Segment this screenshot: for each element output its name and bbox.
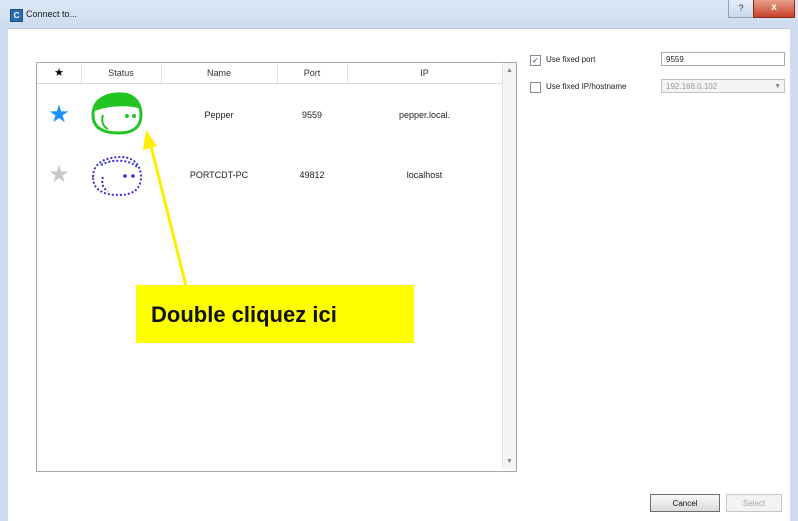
callout-arrow (143, 130, 188, 287)
callout-annotation: Double cliquez ici (136, 285, 414, 343)
cancel-button[interactable]: Cancel (650, 494, 720, 512)
select-button[interactable]: Select (726, 494, 782, 512)
callout-text: Double cliquez ici (151, 302, 337, 327)
